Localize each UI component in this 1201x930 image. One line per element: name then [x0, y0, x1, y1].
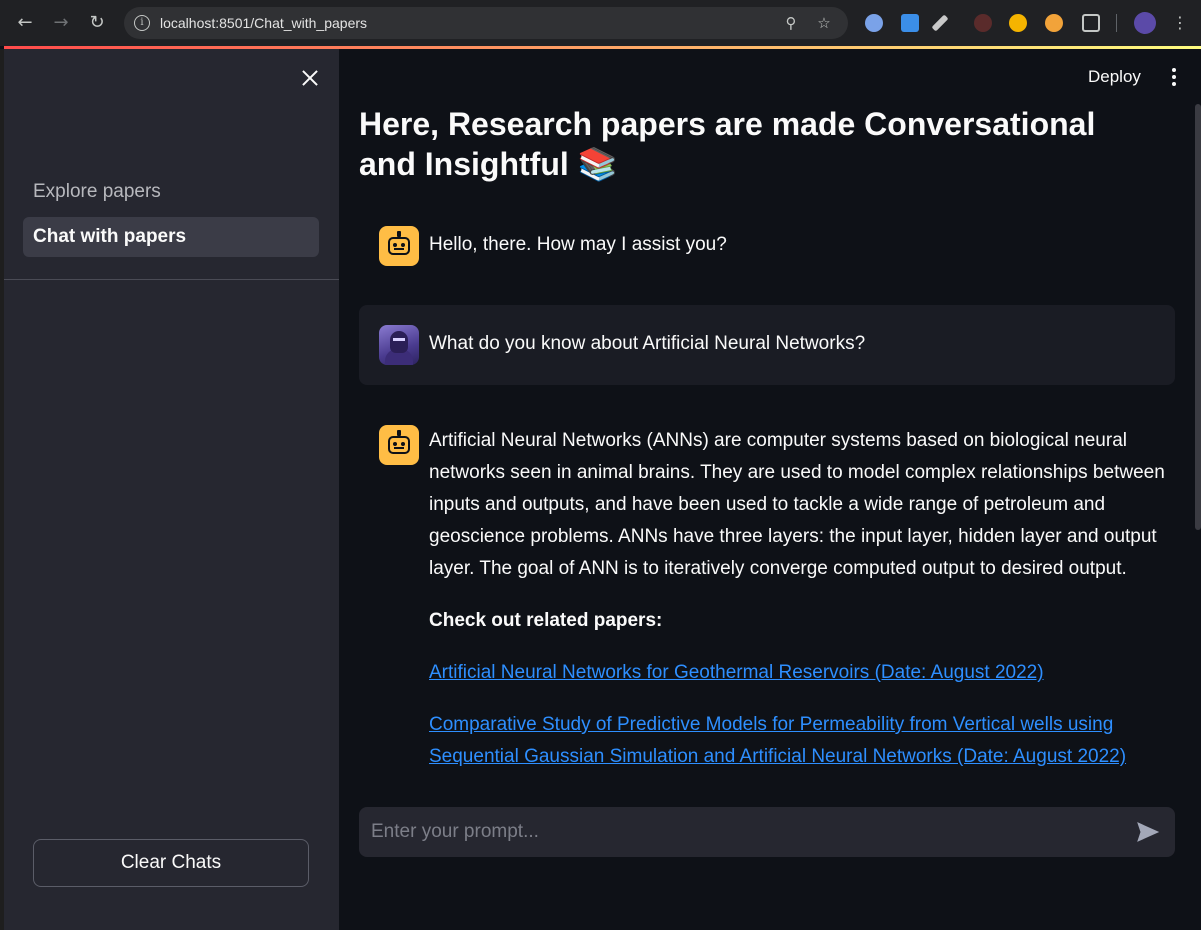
- extension-timer-icon[interactable]: [1009, 14, 1027, 32]
- chat-message-assistant: Hello, there. How may I assist you?: [359, 206, 1175, 286]
- extension-css-icon[interactable]: [974, 14, 992, 32]
- site-info-icon[interactable]: i: [134, 15, 150, 31]
- forward-arrow-icon[interactable]: →: [49, 11, 73, 35]
- toolbar-divider: [1116, 14, 1117, 32]
- sidebar-item-explore-papers[interactable]: Explore papers: [23, 172, 319, 212]
- url-text[interactable]: localhost:8501/Chat_with_papers: [160, 15, 367, 31]
- main-menu-icon[interactable]: [1165, 66, 1183, 88]
- browser-toolbar: ← → ↻ i localhost:8501/Chat_with_papers …: [0, 0, 1201, 46]
- clear-chats-button[interactable]: Clear Chats: [33, 839, 309, 887]
- sidebar-item-chat-with-papers[interactable]: Chat with papers: [23, 217, 319, 257]
- back-arrow-icon[interactable]: ←: [13, 11, 37, 35]
- extensions-puzzle-icon[interactable]: [1082, 14, 1100, 32]
- sidebar: Explore papers Chat with papers Clear Ch…: [4, 49, 339, 930]
- page-title: Here, Research papers are made Conversat…: [359, 106, 1096, 182]
- message-body: Artificial Neural Networks (ANNs) are co…: [429, 425, 1169, 793]
- extension-globe-icon[interactable]: [865, 14, 883, 32]
- sidebar-divider: [4, 279, 339, 280]
- close-sidebar-icon[interactable]: [297, 66, 323, 92]
- extension-eyedropper-icon[interactable]: [931, 14, 949, 32]
- chat-message-assistant: Artificial Neural Networks (ANNs) are co…: [359, 405, 1175, 785]
- message-text: Hello, there. How may I assist you?: [429, 234, 727, 255]
- extension-blocker-icon[interactable]: [1045, 14, 1063, 32]
- profile-avatar[interactable]: [1134, 12, 1156, 34]
- browser-menu-icon[interactable]: ⋮: [1168, 11, 1192, 35]
- send-icon[interactable]: [1135, 820, 1161, 844]
- scrollbar[interactable]: [1195, 104, 1201, 530]
- related-paper-link[interactable]: Comparative Study of Predictive Models f…: [429, 714, 1126, 767]
- deploy-button[interactable]: Deploy: [1080, 62, 1149, 92]
- reload-icon[interactable]: ↻: [85, 11, 109, 35]
- bot-avatar-icon: [379, 226, 419, 266]
- message-text: What do you know about Artificial Neural…: [429, 333, 866, 354]
- extension-download-icon[interactable]: [901, 14, 919, 32]
- bot-avatar-icon: [379, 425, 419, 465]
- message-text: Artificial Neural Networks (ANNs) are co…: [429, 430, 1165, 579]
- related-papers-heading: Check out related papers:: [429, 610, 663, 631]
- zoom-icon[interactable]: ⚲: [781, 13, 801, 33]
- chat-message-user: What do you know about Artificial Neural…: [359, 305, 1175, 385]
- address-bar[interactable]: i localhost:8501/Chat_with_papers ⚲ ☆: [124, 7, 848, 39]
- bookmark-star-icon[interactable]: ☆: [814, 13, 834, 33]
- user-avatar: [379, 325, 419, 365]
- chat-prompt-input[interactable]: [359, 807, 1119, 857]
- chat-input-container: [359, 807, 1175, 857]
- related-paper-link[interactable]: Artificial Neural Networks for Geotherma…: [429, 662, 1044, 683]
